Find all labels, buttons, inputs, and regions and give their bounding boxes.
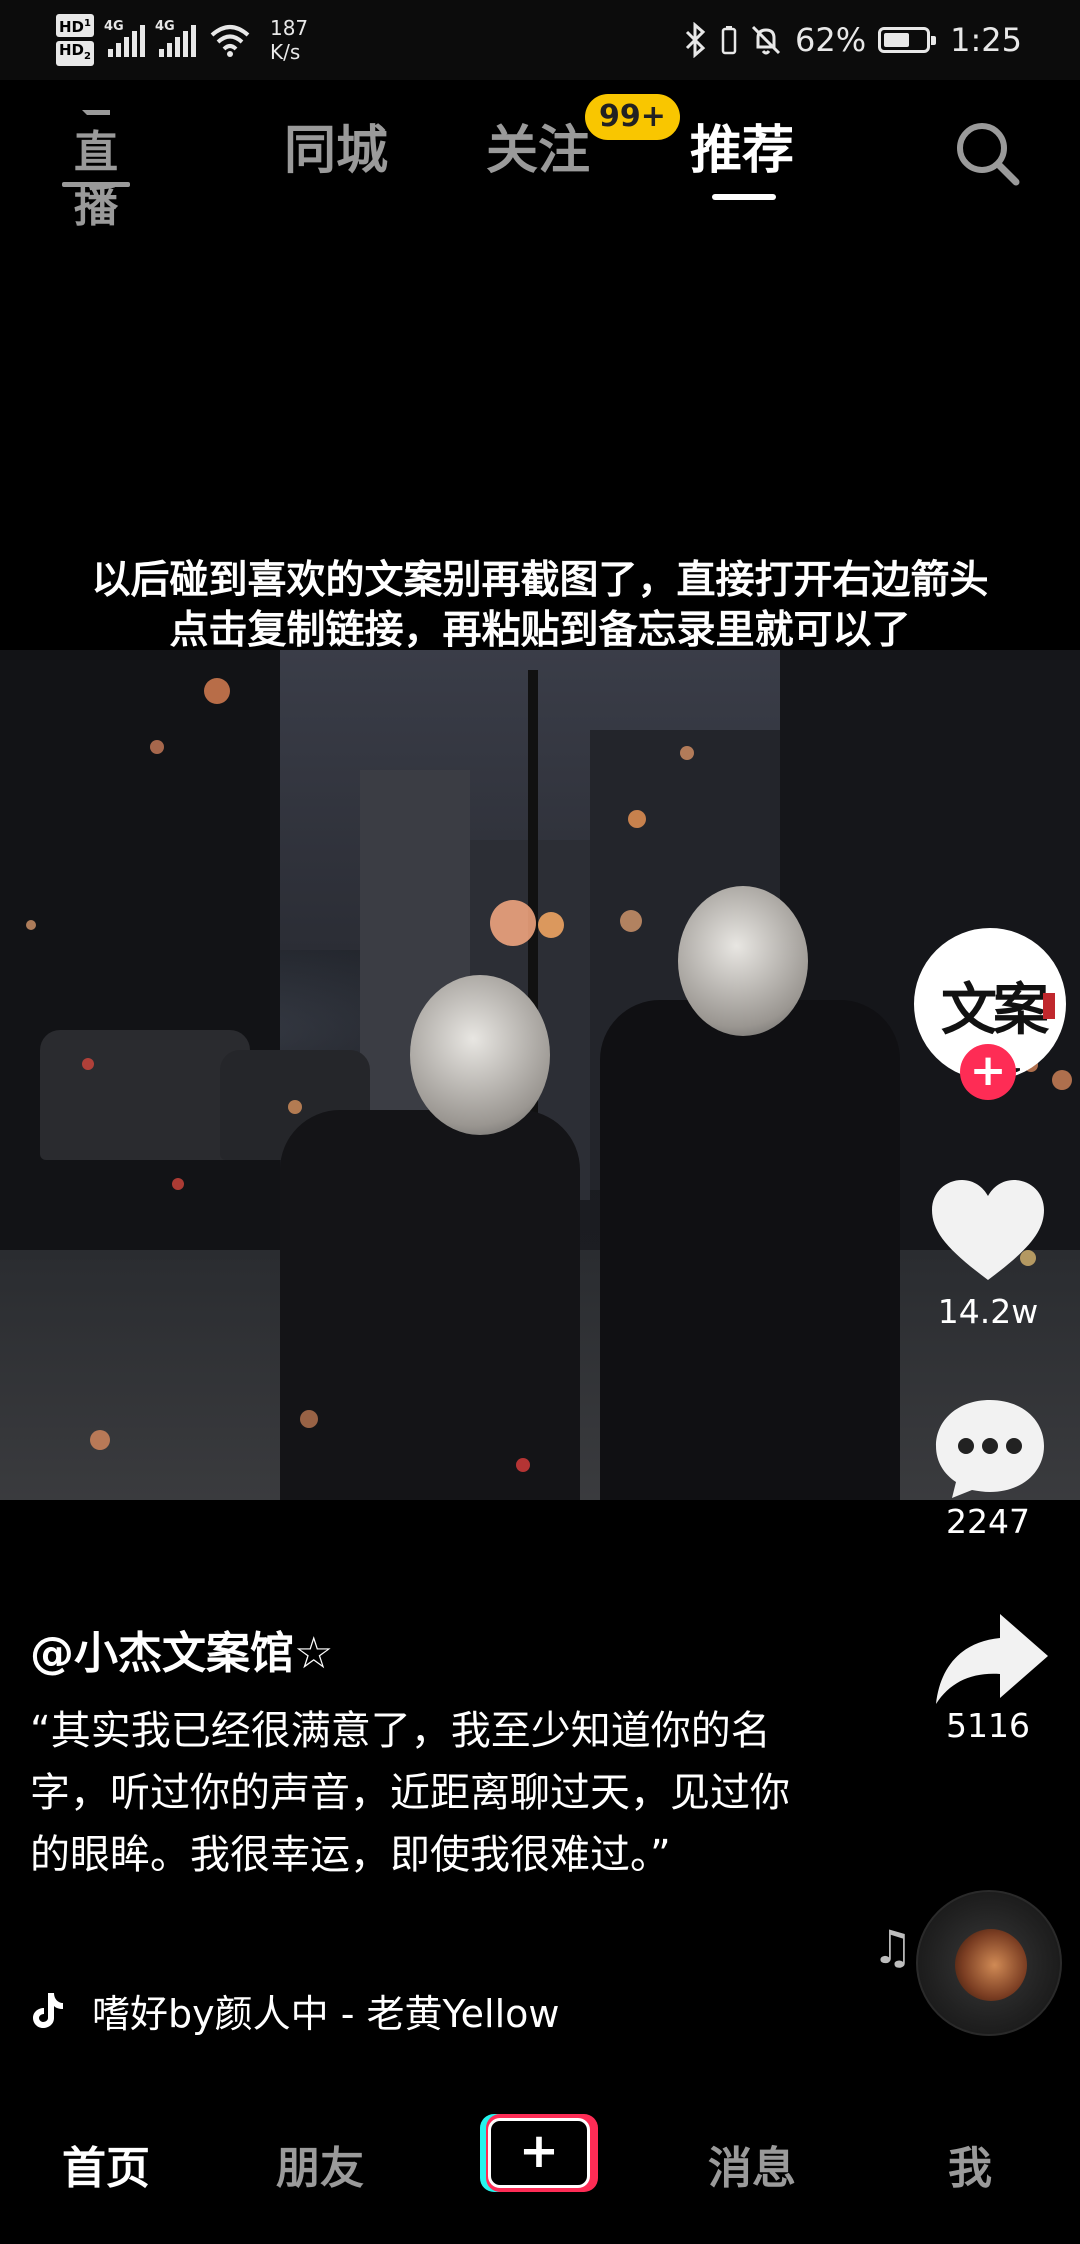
following-badge: 99+ (585, 94, 680, 140)
hd1-label: HD (59, 18, 85, 36)
avatar-seal (1043, 993, 1055, 1019)
video-bokeh (490, 900, 536, 946)
signal-icon-1: 4G (104, 19, 145, 57)
create-button[interactable]: + (480, 2114, 598, 2192)
create-plus-icon: + (488, 2118, 590, 2188)
video-bokeh (680, 746, 694, 760)
bluetooth-icon (685, 22, 706, 58)
video-bokeh (300, 1410, 318, 1428)
comment-button[interactable] (930, 1392, 1050, 1502)
live-label: 直播 (74, 127, 118, 232)
hd2-label: HD (59, 41, 85, 59)
battery-small-icon (721, 26, 737, 55)
music-note-icon: ♫ (872, 1920, 914, 1974)
comment-count: 2247 (946, 1502, 1030, 1541)
video-bokeh (150, 740, 164, 754)
music-row[interactable]: 嗜好by颜人中 - 老黄Yellow (30, 1980, 572, 2040)
speed-value: 187 (269, 16, 309, 40)
tab-local[interactable]: 同城 (284, 116, 388, 186)
video-caption: 以后碰到喜欢的文案别再截图了，直接打开右边箭头 点击复制链接，再粘贴到备忘录里就… (0, 556, 1080, 656)
status-right: 62% 1:25 (683, 14, 1022, 66)
music-disc[interactable] (916, 1890, 1062, 2036)
live-underline (62, 182, 130, 187)
status-left: HD1 HD2 4G 4G 187 K/s (56, 10, 308, 70)
video-building-left (0, 650, 280, 1270)
status-bar: HD1 HD2 4G 4G 187 K/s 62% 1:25 (0, 0, 1080, 80)
video-bokeh (620, 910, 642, 932)
battery-icon (878, 27, 937, 53)
hd1-indicator: HD1 (56, 14, 94, 37)
video-bokeh (538, 912, 564, 938)
share-button[interactable] (932, 1610, 1052, 1710)
like-count: 14.2w (937, 1292, 1039, 1331)
battery-percent: 62% (795, 21, 867, 59)
video-bokeh (26, 920, 36, 930)
network-speed: 187 K/s (270, 16, 308, 64)
video-person-left-head (410, 975, 550, 1135)
music-title: 嗜好by颜人中 - 老黄Yellow (92, 1991, 560, 2036)
network-type-2: 4G (154, 19, 175, 34)
top-nav: 直播 同城 关注 99+ 推荐 (0, 80, 1080, 232)
follow-button[interactable]: + (960, 1044, 1016, 1100)
tab-messages[interactable]: 消息 (708, 2132, 796, 2196)
active-tab-indicator (712, 194, 776, 200)
signal-icon-2: 4G (155, 19, 196, 57)
wifi-icon (210, 25, 250, 57)
caption-line-1: 以后碰到喜欢的文案别再截图了，直接打开右边箭头 (91, 558, 989, 603)
video-bokeh (90, 1430, 110, 1450)
like-button[interactable] (928, 1176, 1048, 1286)
video-bokeh (516, 1458, 530, 1472)
network-type-1: 4G (103, 19, 124, 34)
video-person-right (600, 1000, 900, 1500)
tv-antenna-icon (82, 110, 110, 126)
tab-following[interactable]: 关注 (486, 116, 590, 186)
bottom-nav: 首页 朋友 + 消息 我 (0, 2090, 1080, 2244)
tiktok-note-icon (33, 1993, 63, 2028)
video-bokeh (628, 810, 646, 828)
tab-recommended[interactable]: 推荐 (690, 116, 794, 186)
hd-indicators: HD1 HD2 (56, 14, 94, 66)
music-disc-cover (955, 1929, 1027, 2001)
tab-me[interactable]: 我 (948, 2132, 992, 2196)
video-person-left (280, 1110, 580, 1500)
tab-friends[interactable]: 朋友 (276, 2132, 364, 2196)
video-description: “其实我已经很满意了，我至少知道你的名字，听过你的声音，近距离聊过天，见过你的眼… (30, 1708, 790, 1878)
live-button[interactable]: 直播 (58, 110, 134, 232)
share-count: 5116 (946, 1706, 1030, 1745)
clock: 1:25 (950, 21, 1022, 59)
video-bokeh (172, 1178, 184, 1190)
video-bokeh (82, 1058, 94, 1070)
mute-bell-icon (751, 25, 781, 55)
search-icon[interactable] (952, 118, 1022, 188)
tab-home[interactable]: 首页 (62, 2132, 150, 2196)
hd2-indicator: HD2 (56, 41, 94, 66)
video-bokeh (288, 1100, 302, 1114)
battery-fill (884, 33, 909, 47)
speed-unit: K/s (269, 40, 301, 64)
hd1-sub: 1 (84, 18, 91, 29)
video-person-right-head (678, 886, 808, 1036)
video-car-1 (40, 1030, 250, 1160)
author-name[interactable]: @小杰文案馆☆ (30, 1624, 333, 1684)
hd2-sub: 2 (84, 51, 91, 62)
caption-line-2: 点击复制链接，再粘贴到备忘录里就可以了 (169, 608, 911, 653)
video-bokeh (204, 678, 230, 704)
